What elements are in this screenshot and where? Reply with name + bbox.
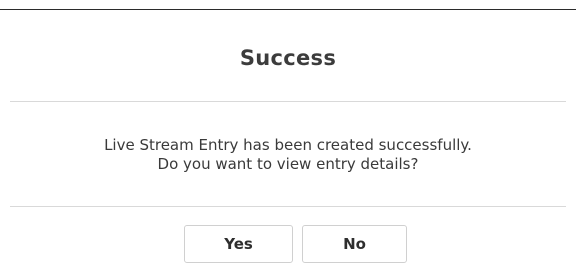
top-border-line: [0, 9, 576, 10]
message-line-2: Do you want to view entry details?: [157, 155, 419, 173]
no-button[interactable]: No: [302, 225, 407, 263]
header-divider: [10, 101, 566, 102]
message-line-1: Live Stream Entry has been created succe…: [104, 136, 472, 154]
dialog-title: Success: [239, 46, 337, 70]
footer-divider: [10, 206, 566, 207]
success-dialog: Success Live Stream Entry has been creat…: [0, 0, 576, 277]
dialog-actions: Yes No: [0, 225, 576, 265]
dialog-message: Live Stream Entry has been created succe…: [0, 136, 576, 174]
yes-button[interactable]: Yes: [184, 225, 293, 263]
